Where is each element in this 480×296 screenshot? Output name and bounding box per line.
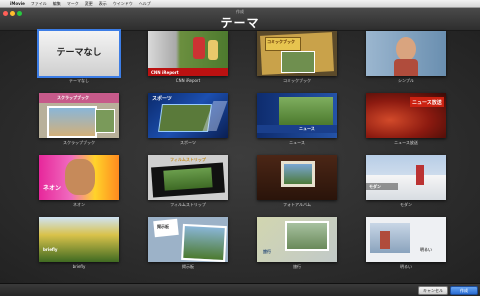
photo-person	[193, 37, 205, 59]
photo-person	[416, 165, 424, 185]
theme-item-bright-flowers[interactable]: briefly briefly	[39, 217, 119, 269]
menu-modify[interactable]: 変更	[82, 0, 96, 7]
theme-item-bulletin-board[interactable]: 掲示板 掲示板	[148, 217, 228, 270]
theme-overlay-text: ネオン	[43, 185, 62, 192]
theme-overlay-text: コミックブック	[267, 39, 295, 44]
theme-thumbnail[interactable]: モダン	[366, 155, 446, 200]
theme-item-travel[interactable]: 旅行 旅行	[257, 217, 337, 270]
news-photo	[279, 97, 333, 125]
theme-thumbnail[interactable]	[257, 155, 337, 200]
menu-file[interactable]: ファイル	[28, 0, 50, 7]
theme-label: ニュース	[289, 140, 305, 145]
menu-bar: iMovie ファイル 編集 マーク 変更 表示 ウインドウ ヘルプ	[0, 0, 480, 8]
theme-label: 掲示板	[182, 264, 194, 269]
theme-overlay-text: テーマなし	[56, 48, 102, 58]
theme-label: フィルムストリップ	[170, 202, 206, 207]
theme-overlay-text: 掲示板	[157, 224, 169, 229]
menu-mark[interactable]: マーク	[64, 0, 82, 7]
menu-window[interactable]: ウインドウ	[110, 0, 136, 7]
theme-item-scrapbook[interactable]: スクラップブック スクラップブック	[39, 93, 119, 146]
theme-label: スクラップブック	[63, 140, 95, 145]
photo-person	[380, 231, 390, 249]
window-titlebar: 作成 テーマ	[0, 8, 480, 31]
theme-overlay-text: フィルムストリップ	[170, 157, 206, 162]
theme-overlay-text: CNN iReport	[151, 70, 179, 75]
album-photo	[284, 164, 312, 184]
theme-label: モダン	[400, 202, 412, 207]
theme-label: テーマなし	[69, 78, 89, 83]
scrapbook-photo	[95, 109, 115, 133]
film-frame	[163, 167, 213, 191]
photo-face	[396, 37, 416, 61]
theme-item-neon[interactable]: ネオン ネオン	[39, 155, 119, 208]
bright-photo	[370, 223, 410, 253]
theme-label: 明るい	[400, 264, 412, 269]
theme-overlay-text: スポーツ	[152, 96, 172, 102]
menu-view[interactable]: 表示	[96, 0, 110, 7]
theme-thumbnail[interactable]: テーマなし	[37, 29, 121, 78]
theme-thumbnail[interactable]: CNN iReport	[148, 31, 228, 76]
menu-help[interactable]: ヘルプ	[136, 0, 154, 7]
theme-item-none[interactable]: テーマなし テーマなし	[37, 29, 121, 84]
theme-thumbnail[interactable]: ニュース	[257, 93, 337, 138]
news-bar	[257, 125, 337, 133]
theme-item-cnn-ireport[interactable]: CNN iReport CNN iReport	[148, 31, 228, 83]
theme-label: CNN iReport	[175, 78, 201, 83]
menu-imovie[interactable]: iMovie	[7, 0, 28, 7]
theme-item-news-broadcast[interactable]: ニュース放送 ニュース放送	[366, 93, 446, 146]
theme-thumbnail[interactable]: ニュース放送	[366, 93, 446, 138]
dialog-footer: キャンセル 作成	[0, 283, 480, 296]
theme-thumbnail[interactable]: コミックブック	[257, 31, 337, 76]
travel-photo	[285, 221, 329, 251]
photo-body	[394, 59, 418, 76]
theme-thumbnail[interactable]: スクラップブック	[39, 93, 119, 138]
theme-item-bright[interactable]: 明るい 明るい	[366, 217, 446, 270]
theme-item-sports[interactable]: スポーツ スポーツ	[148, 93, 228, 146]
theme-overlay-text: モダン	[369, 184, 381, 189]
theme-label: 旅行	[293, 264, 301, 269]
theme-thumbnail[interactable]: 掲示板	[148, 217, 228, 262]
create-button[interactable]: 作成	[450, 286, 478, 295]
photo-face	[65, 159, 95, 195]
theme-label: ネオン	[73, 202, 85, 207]
pinned-photo	[181, 223, 227, 262]
page-title: テーマ	[220, 16, 260, 30]
theme-item-comic[interactable]: コミックブック コミックブック	[257, 31, 337, 84]
theme-overlay-text: ニュース	[299, 126, 315, 131]
theme-item-filmstrip[interactable]: フィルムストリップ フィルムストリップ	[148, 155, 228, 208]
scrapbook-photo	[47, 106, 97, 138]
theme-thumbnail[interactable]: ネオン	[39, 155, 119, 200]
cancel-button[interactable]: キャンセル	[418, 286, 448, 295]
theme-overlay-text: スクラップブック	[57, 95, 89, 100]
theme-label: briefly	[72, 264, 86, 269]
theme-thumbnail[interactable]	[366, 31, 446, 76]
theme-overlay-text: 明るい	[420, 247, 432, 252]
theme-thumbnail[interactable]: スポーツ	[148, 93, 228, 138]
theme-grid: テーマなし テーマなし CNN iReport CNN iReport コミック…	[0, 29, 480, 283]
theme-thumbnail[interactable]: 明るい	[366, 217, 446, 262]
menu-edit[interactable]: 編集	[50, 0, 64, 7]
theme-item-news[interactable]: ニュース ニュース	[257, 93, 337, 146]
theme-label: ニュース放送	[394, 140, 418, 145]
theme-overlay-text: 旅行	[263, 249, 271, 254]
theme-thumbnail[interactable]: フィルムストリップ	[148, 155, 228, 200]
theme-label: コミックブック	[283, 78, 311, 83]
theme-thumbnail[interactable]: 旅行	[257, 217, 337, 262]
theme-thumbnail[interactable]: briefly	[39, 217, 119, 262]
theme-label: フォトアルバム	[283, 202, 311, 207]
theme-item-modern[interactable]: モダン モダン	[366, 155, 446, 208]
theme-item-simple[interactable]: シンプル	[366, 31, 446, 84]
theme-item-photo-album[interactable]: フォトアルバム	[257, 155, 337, 208]
comic-photo	[281, 51, 315, 73]
theme-overlay-text: briefly	[43, 247, 58, 252]
photo-person	[208, 40, 218, 60]
theme-label: シンプル	[398, 78, 414, 83]
theme-label: スポーツ	[180, 140, 196, 145]
theme-overlay-text: ニュース放送	[412, 100, 442, 106]
